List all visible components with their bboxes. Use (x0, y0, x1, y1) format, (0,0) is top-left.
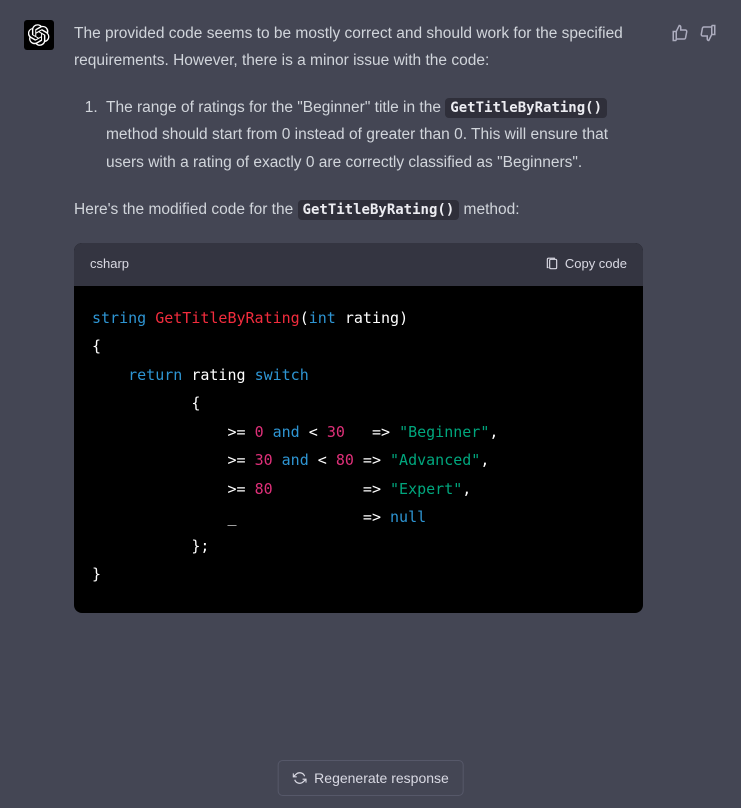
feedback-buttons (671, 20, 717, 613)
refresh-icon (292, 771, 306, 785)
code-header: csharp Copy code (74, 243, 643, 286)
inline-code: GetTitleByRating() (445, 98, 607, 118)
thumbs-up-icon (671, 24, 689, 42)
assistant-avatar (24, 20, 54, 50)
code-block: csharp Copy code string GetTitleByRating… (74, 243, 643, 613)
list-item: The range of ratings for the "Beginner" … (102, 94, 643, 175)
code-language: csharp (90, 253, 129, 276)
thumbs-up-button[interactable] (671, 24, 689, 42)
regenerate-button[interactable]: Regenerate response (277, 760, 464, 796)
thumbs-down-icon (699, 24, 717, 42)
intro-text: The provided code seems to be mostly cor… (74, 20, 643, 74)
clipboard-icon (545, 257, 559, 271)
inline-code: GetTitleByRating() (298, 200, 460, 220)
message-content: The provided code seems to be mostly cor… (74, 20, 651, 613)
thumbs-down-button[interactable] (699, 24, 717, 42)
issues-list: The range of ratings for the "Beginner" … (74, 94, 643, 175)
code-content: string GetTitleByRating(int rating) { re… (74, 286, 643, 613)
copy-code-button[interactable]: Copy code (545, 253, 627, 276)
outro-text: Here's the modified code for the GetTitl… (74, 196, 643, 223)
